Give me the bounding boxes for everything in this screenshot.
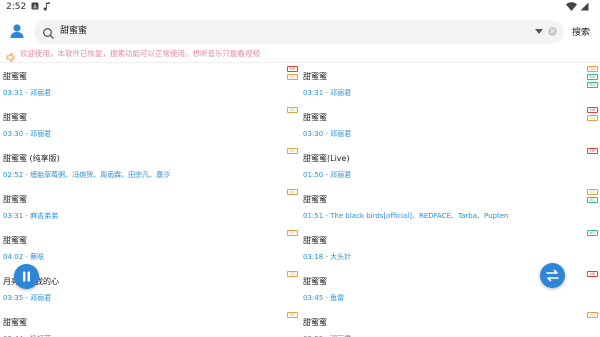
- badge-sq: SQ: [287, 107, 298, 113]
- battery-icon: [580, 2, 589, 13]
- quality-badges: SQ: [284, 312, 298, 320]
- song-meta: 03:31 - 邓丽君: [3, 89, 52, 97]
- song-item[interactable]: 甜蜜蜜 03:30 - 邓丽君 SQ: [0, 105, 300, 145]
- pause-icon: [23, 271, 30, 282]
- badge-hr: HR: [587, 148, 598, 154]
- badge-sq: SQ: [287, 271, 298, 277]
- badge-sq: SQ: [287, 312, 298, 318]
- badge-sq: SQ: [587, 312, 598, 318]
- badge-sq: SQ: [587, 115, 598, 121]
- quality-badges: SQ: [284, 107, 298, 115]
- badge-sq: SQ: [287, 148, 298, 154]
- quality-badges: HR: [584, 271, 598, 279]
- speaker-icon: [6, 48, 17, 63]
- status-time: 2:52: [6, 2, 27, 12]
- song-title: 甜蜜蜜: [303, 277, 327, 286]
- notice-text: 欢迎使用，本软件已恢复，搜索功能可以正常使用。想听音乐只能看视频: [20, 49, 260, 58]
- wifi-icon: [566, 2, 577, 13]
- user-avatar-icon[interactable]: [8, 22, 26, 40]
- song-list-left: 甜蜜蜜 03:31 - 邓丽君 HR SQ 甜蜜蜜 03:30 - 邓丽君 SQ 甜蜜蜜 (纯…: [0, 64, 300, 337]
- song-title: 甜蜜蜜: [303, 318, 327, 327]
- song-title: 甜蜜蜜 (纯享版): [3, 154, 60, 163]
- song-title: 甜蜜蜜: [3, 113, 27, 122]
- top-bar: 甜蜜蜜 × 搜索: [0, 18, 600, 46]
- song-item[interactable]: 甜蜜蜜 04:02 - 蔡晗 SQ: [0, 228, 300, 268]
- quality-badges: HQ: [584, 230, 598, 238]
- quality-badges: HR SQ: [284, 66, 298, 82]
- quality-badges: HR: [584, 148, 598, 156]
- song-meta: 03:31 - 邓丽君: [303, 89, 352, 97]
- song-meta: 03:30 - 邓丽君: [303, 130, 352, 138]
- quality-badges: SQ: [584, 312, 598, 320]
- search-icon: [42, 25, 55, 39]
- search-button[interactable]: 搜索: [572, 25, 590, 38]
- song-meta: 03:45 - 鱼雷: [303, 294, 345, 302]
- play-pause-button[interactable]: [14, 264, 39, 289]
- song-item[interactable]: 甜蜜蜜 01:51 - The black birds[official]、RED…: [300, 187, 600, 227]
- song-item[interactable]: 甜蜜蜜03:29 - 邓丽君SQ: [300, 310, 600, 337]
- song-title: 甜蜜蜜: [303, 236, 327, 245]
- notification-a-icon: A: [31, 2, 39, 12]
- quality-badges: SQ: [284, 230, 298, 238]
- song-item[interactable]: 甜蜜蜜 03:31 - 邓丽君 SQ MV HQ: [300, 64, 600, 104]
- song-item[interactable]: 甜蜜蜜 03:31 - 麻吉弟弟 SQ: [0, 187, 300, 227]
- song-meta: 03:30 - 邓丽君: [3, 130, 52, 138]
- song-title: 甜蜜蜜: [303, 72, 327, 81]
- swap-arrows-icon: [546, 269, 559, 282]
- badge-sq: SQ: [287, 189, 298, 195]
- song-title: 甜蜜蜜: [303, 113, 327, 122]
- song-title: 甜蜜蜜: [3, 318, 27, 327]
- quality-badges: SQ: [284, 271, 298, 279]
- svg-text:A: A: [33, 4, 37, 10]
- song-item[interactable]: 甜蜜蜜03:44 - 杨钰莹SQ: [0, 310, 300, 337]
- divider: [0, 62, 600, 63]
- switch-button[interactable]: [540, 263, 565, 288]
- song-meta: 01:51 - The black birds[official]、REDFAC…: [303, 212, 509, 220]
- badge-sq: SQ: [287, 74, 298, 80]
- song-item[interactable]: 甜蜜蜜 (纯享版) 02:52 - 缠胎草莓粥、冯婉贺、周雨霖、田宗凡、康汐 SQ: [0, 146, 300, 186]
- song-meta: 02:52 - 缠胎草莓粥、冯婉贺、周雨霖、田宗凡、康汐: [3, 171, 171, 179]
- song-item[interactable]: 甜蜜蜜 03:31 - 邓丽君 HR SQ: [0, 64, 300, 104]
- badge-hr: HR: [287, 66, 298, 72]
- badge-hq: HQ: [587, 197, 598, 203]
- badge-hr: HR: [587, 107, 598, 113]
- song-item[interactable]: 月亮代表我的心03:35 - 邓丽君SQ: [0, 269, 300, 309]
- notice-banner: 欢迎使用，本软件已恢复，搜索功能可以正常使用。想听音乐只能看视频: [4, 47, 600, 63]
- status-bar: 2:52 A: [0, 0, 600, 14]
- song-item[interactable]: 甜蜜蜜 03:30 - 邓丽君 HR SQ: [300, 105, 600, 145]
- quality-badges: SQ MV HQ: [584, 66, 598, 90]
- quality-badges: SQ HQ: [584, 189, 598, 205]
- song-item[interactable]: 甜蜜蜜 03:18 - 大头针 HQ: [300, 228, 600, 268]
- badge-hq: HQ: [587, 82, 598, 88]
- song-meta: 01:50 - 邓丽君: [303, 171, 352, 179]
- song-meta: 03:18 - 大头针: [303, 253, 352, 261]
- badge-hr: HR: [587, 271, 598, 277]
- song-title: 甜蜜蜜: [3, 72, 27, 81]
- quality-badges: SQ: [284, 189, 298, 197]
- clear-icon[interactable]: ×: [548, 27, 557, 36]
- badge-sq: SQ: [587, 66, 598, 72]
- dropdown-arrow-icon[interactable]: [535, 29, 543, 34]
- song-title: 甜蜜蜜: [3, 236, 27, 245]
- song-title: 甜蜜蜜(Live): [303, 154, 350, 163]
- quality-badges: HR SQ: [584, 107, 598, 123]
- badge-mv: MV: [587, 74, 598, 80]
- badge-sq: SQ: [587, 189, 598, 195]
- search-input[interactable]: 甜蜜蜜: [60, 25, 87, 38]
- song-meta: 03:35 - 邓丽君: [3, 294, 52, 302]
- badge-sq: SQ: [287, 230, 298, 236]
- badge-hq: HQ: [587, 230, 598, 236]
- music-note-icon: [43, 2, 51, 13]
- song-meta: 03:31 - 麻吉弟弟: [3, 212, 59, 220]
- song-title: 甜蜜蜜: [3, 195, 27, 204]
- search-box[interactable]: 甜蜜蜜 ×: [34, 20, 564, 44]
- song-item[interactable]: 甜蜜蜜(Live) 01:50 - 邓丽君 HR: [300, 146, 600, 186]
- song-title: 甜蜜蜜: [303, 195, 327, 204]
- quality-badges: SQ: [284, 148, 298, 156]
- song-meta: 04:02 - 蔡晗: [3, 253, 45, 261]
- song-list-right: 甜蜜蜜 03:31 - 邓丽君 SQ MV HQ 甜蜜蜜 03:30 - 邓丽君 HR SQ 甜蜜…: [300, 64, 600, 337]
